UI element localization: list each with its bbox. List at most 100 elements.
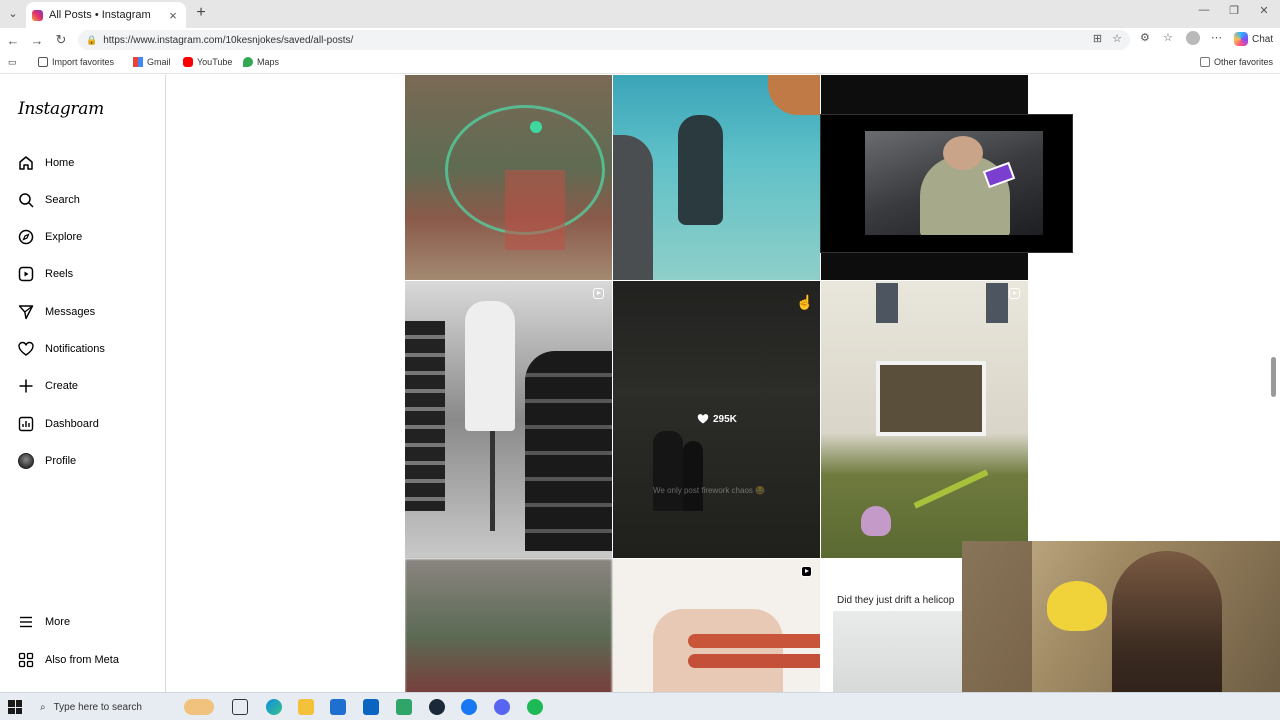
nav-profile[interactable]: Profile: [18, 453, 76, 469]
nav-also-from-meta[interactable]: Also from Meta: [18, 652, 119, 668]
heart-icon: [697, 414, 709, 424]
taskbar-search-field[interactable]: ⌕ Type here to search: [32, 696, 218, 718]
bookmark-youtube[interactable]: YouTube: [183, 57, 232, 67]
edge-browser-icon[interactable]: [266, 699, 282, 715]
app-icon[interactable]: [396, 699, 412, 715]
thumbnail-graphic: [653, 609, 783, 692]
reel-icon: [801, 566, 812, 577]
folder-icon: [1200, 57, 1210, 67]
task-view-icon[interactable]: [232, 699, 248, 715]
address-bar-row: ← → ↻ 🔒 https://www.instagram.com/10kesn…: [0, 28, 1280, 52]
avatar: [18, 453, 34, 469]
scrollbar-thumb[interactable]: [1271, 357, 1276, 397]
nav-messages[interactable]: Messages: [18, 304, 95, 320]
facebook-icon[interactable]: [461, 699, 477, 715]
post-thumbnail[interactable]: [405, 559, 612, 692]
thumbnail-graphic: [943, 136, 983, 170]
copilot-icon: [1234, 32, 1248, 46]
nav-reels[interactable]: Reels: [18, 266, 73, 282]
copilot-button[interactable]: Chat: [1234, 32, 1273, 46]
nav-more[interactable]: More: [18, 614, 70, 630]
home-icon: [19, 156, 33, 170]
nav-home[interactable]: Home: [18, 155, 74, 171]
forward-button[interactable]: →: [28, 31, 46, 49]
nav-label: Also from Meta: [45, 654, 119, 666]
post-thumbnail[interactable]: [821, 281, 1028, 558]
back-button[interactable]: ←: [4, 31, 22, 49]
nav-label: Explore: [45, 231, 83, 243]
app-available-icon[interactable]: ⊞: [1093, 32, 1102, 45]
plus-icon: [19, 379, 33, 393]
post-thumbnail-hovered[interactable]: 295K We only post firework chaos 😂: [613, 281, 820, 558]
favorites-bar: ▭ Import favorites Gmail YouTube Maps Ot…: [0, 52, 1280, 74]
import-icon: [38, 57, 48, 67]
close-window-button[interactable]: ✕: [1250, 4, 1278, 17]
page-scrollbar[interactable]: [1268, 75, 1280, 692]
extensions-icon[interactable]: ⚙: [1140, 31, 1150, 44]
thumbnail-graphic: [530, 121, 542, 133]
windows-taskbar: ⌕ Type here to search: [0, 692, 1280, 720]
nav-explore[interactable]: Explore: [18, 229, 82, 245]
bookmark-gmail[interactable]: Gmail: [133, 57, 171, 67]
youtube-icon: [183, 57, 193, 67]
tab-list-button[interactable]: ⌄: [4, 4, 22, 22]
picture-in-picture-video[interactable]: [820, 114, 1073, 253]
spotify-icon[interactable]: [527, 699, 543, 715]
minimize-button[interactable]: —: [1190, 4, 1218, 16]
steam-icon[interactable]: [429, 699, 445, 715]
mouse-cursor-icon: ☝: [796, 294, 814, 310]
nav-create[interactable]: Create: [18, 378, 78, 394]
thumbnail-graphic: [913, 469, 989, 509]
thumbnail-graphic: [490, 431, 495, 531]
nav-search[interactable]: Search: [18, 192, 80, 208]
bookmark-other-favorites[interactable]: Other favorites: [1200, 57, 1273, 67]
post-thumbnail[interactable]: [613, 559, 820, 692]
tab-title: All Posts • Instagram: [49, 9, 151, 21]
profile-button[interactable]: [1186, 31, 1200, 48]
url-field[interactable]: 🔒 https://www.instagram.com/10kesnjokes/…: [78, 30, 1130, 50]
post-thumbnail[interactable]: [405, 75, 612, 280]
close-tab-icon[interactable]: ×: [166, 8, 180, 23]
discord-icon[interactable]: [494, 699, 510, 715]
omnibox-actions: ⊞ ☆: [1093, 32, 1122, 45]
thumbnail-graphic: [688, 634, 820, 648]
nav-notifications[interactable]: Notifications: [18, 341, 105, 357]
windows-start-icon[interactable]: [8, 700, 22, 714]
thumbnail-graphic: [678, 115, 723, 225]
settings-more-icon[interactable]: ⋯: [1211, 31, 1222, 44]
thumbnail-graphic: [465, 301, 515, 431]
browser-tab-active[interactable]: All Posts • Instagram ×: [26, 2, 186, 28]
favorite-star-icon[interactable]: ☆: [1112, 32, 1122, 45]
nav-dashboard[interactable]: Dashboard: [18, 416, 99, 432]
favorites-icon[interactable]: ☆: [1163, 31, 1173, 44]
video-caption-overlay: We only post firework chaos 😂: [653, 486, 766, 495]
heart-icon: [18, 341, 34, 356]
post-thumbnail[interactable]: [613, 75, 820, 280]
lock-icon: 🔒: [86, 34, 98, 45]
bookmark-import[interactable]: Import favorites: [38, 57, 114, 67]
thumbnail-graphic: [688, 654, 820, 668]
likes-count: 295K: [697, 413, 737, 425]
post-text: Did they just drift a helicop: [837, 595, 955, 606]
store-icon[interactable]: [330, 699, 346, 715]
outlook-icon[interactable]: [363, 699, 379, 715]
copilot-label: Chat: [1252, 33, 1274, 45]
file-explorer-icon[interactable]: [298, 699, 314, 715]
bookmark-maps[interactable]: Maps: [243, 57, 279, 67]
new-tab-button[interactable]: +: [192, 4, 210, 22]
post-thumbnail[interactable]: [405, 281, 612, 558]
instagram-favicon-icon: [32, 9, 43, 21]
thumbnail-graphic: [986, 283, 1008, 323]
instagram-logo[interactable]: Instagram: [18, 99, 104, 119]
search-highlight-icon: [184, 699, 214, 715]
thumbnail-graphic: [861, 506, 891, 536]
nav-label: Home: [45, 157, 75, 169]
sidebar-toggle-icon[interactable]: ▭: [8, 57, 17, 68]
nav-label: Create: [45, 380, 79, 392]
nav-label: Dashboard: [45, 418, 99, 430]
nav-label: Profile: [45, 455, 77, 467]
reload-button[interactable]: ↻: [52, 31, 70, 49]
bookmark-label: Gmail: [147, 57, 171, 67]
search-placeholder: Type here to search: [53, 701, 142, 713]
restore-button[interactable]: ❐: [1220, 4, 1248, 17]
